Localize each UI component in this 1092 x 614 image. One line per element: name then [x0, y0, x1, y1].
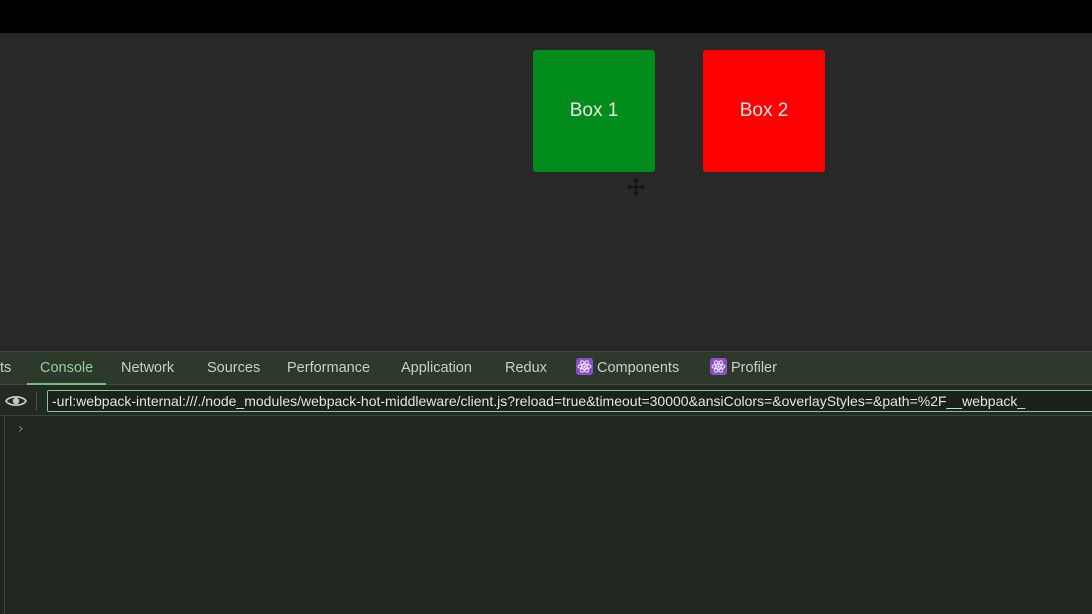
box-2-label: Box 2	[739, 100, 789, 121]
tab-console[interactable]: Console	[27, 352, 107, 385]
tab-redux-label: Redux	[505, 360, 547, 376]
tab-elements[interactable]: ts	[0, 352, 11, 385]
tab-sources-label: Sources	[207, 360, 261, 376]
tab-elements-label: ts	[0, 360, 12, 376]
tab-application-label: Application	[401, 360, 472, 376]
tab-application[interactable]: Application	[401, 352, 472, 385]
console-output[interactable]: ›	[0, 417, 1092, 614]
tab-performance[interactable]: Performance	[287, 352, 370, 385]
console-filter-bar: -url:webpack-internal:///./node_modules/…	[0, 386, 1092, 416]
console-gutter	[4, 417, 5, 614]
devtools-tabbar: ts Console Network Sources Performance A…	[0, 351, 1092, 385]
tab-components-label: Components	[597, 360, 680, 376]
move-cursor-icon	[627, 178, 645, 196]
console-filter-input[interactable]: -url:webpack-internal:///./node_modules/…	[47, 390, 1092, 412]
tab-network[interactable]: Network	[121, 352, 174, 385]
browser-top-bar	[0, 0, 1092, 33]
react-icon	[576, 358, 593, 375]
tab-profiler-label: Profiler	[731, 360, 777, 376]
box-1[interactable]: Box 1	[533, 50, 655, 172]
console-prompt-icon[interactable]: ›	[18, 421, 24, 437]
tab-performance-label: Performance	[287, 360, 371, 376]
tab-redux[interactable]: Redux	[505, 352, 547, 385]
tab-profiler[interactable]: Profiler	[710, 352, 777, 385]
tab-console-label: Console	[40, 360, 94, 376]
tab-sources[interactable]: Sources	[207, 352, 260, 385]
react-icon	[710, 358, 727, 375]
devtools-panel: ts Console Network Sources Performance A…	[0, 351, 1092, 614]
tab-components[interactable]: Components	[576, 352, 679, 385]
eye-icon[interactable]	[4, 392, 28, 410]
box-2[interactable]: Box 2	[703, 50, 825, 172]
filter-divider	[36, 391, 37, 411]
box-1-label: Box 1	[569, 100, 619, 121]
tab-network-label: Network	[121, 360, 175, 376]
